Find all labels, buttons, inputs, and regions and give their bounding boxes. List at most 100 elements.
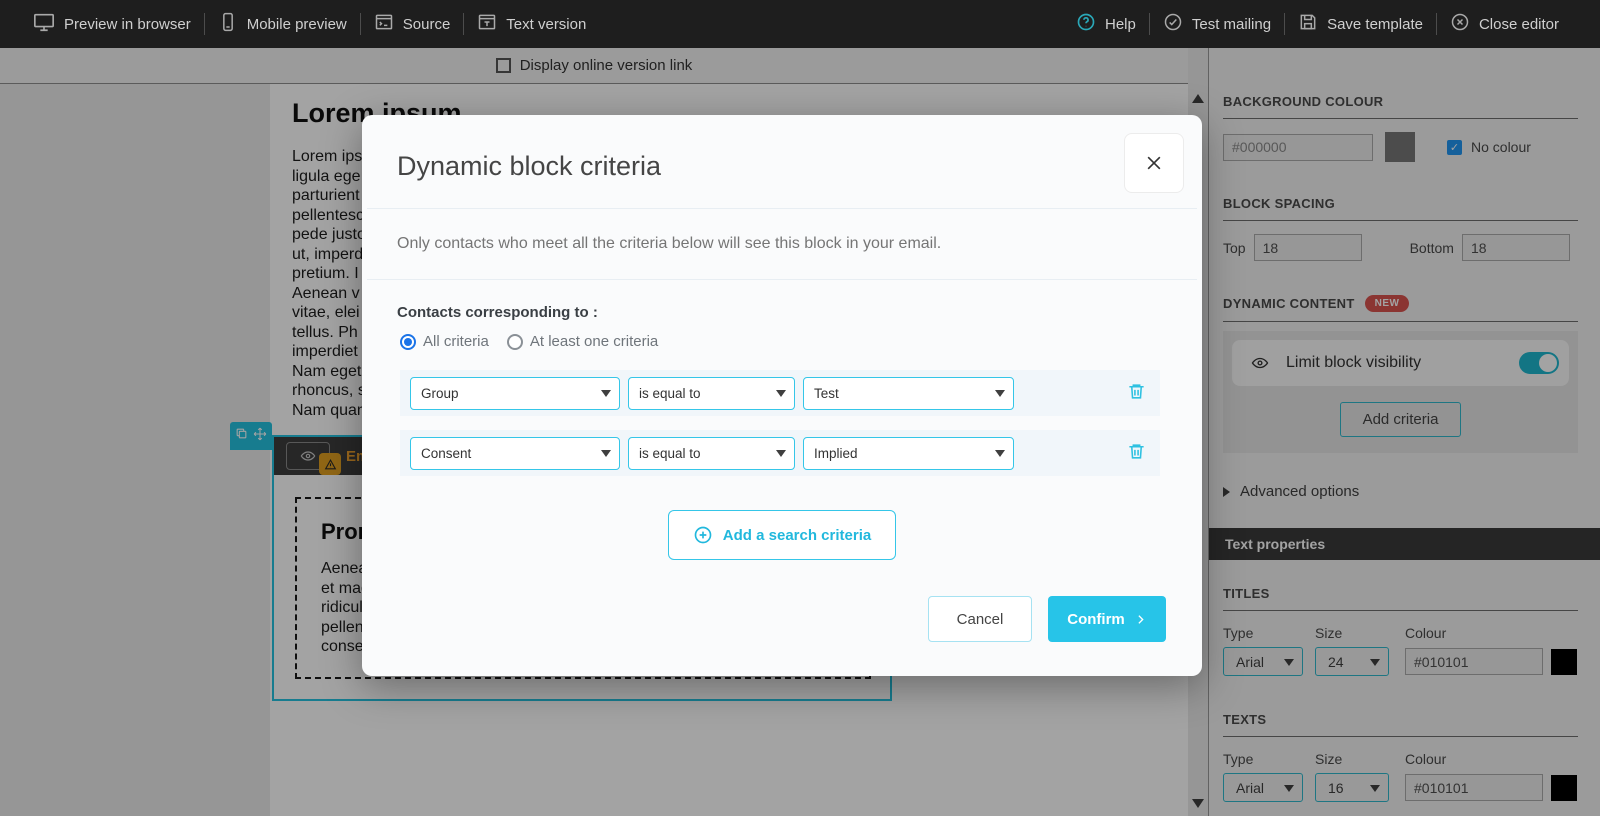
close-icon — [1147, 156, 1161, 170]
size-label: Size — [1315, 625, 1343, 641]
test-mailing-button[interactable]: Test mailing — [1150, 12, 1284, 36]
mobile-preview-button[interactable]: Mobile preview — [205, 12, 360, 36]
save-icon — [1298, 12, 1318, 36]
texts-size-value: 16 — [1328, 779, 1344, 796]
titles-colour-swatch[interactable] — [1551, 648, 1577, 675]
titles-labels-row: Type Size Colour — [1223, 625, 1578, 641]
confirm-button[interactable]: Confirm — [1048, 596, 1166, 642]
plus-circle-icon — [694, 526, 712, 544]
colour-label: Colour — [1405, 625, 1447, 641]
criteria-operator-value: is equal to — [639, 385, 701, 401]
radio-any-label: At least one criteria — [529, 333, 659, 350]
no-colour-checkbox[interactable]: ✓ — [1447, 139, 1462, 155]
toolbar-item-label: Close editor — [1478, 15, 1559, 33]
titles-size-value: 24 — [1328, 653, 1344, 670]
dynamic-content-title-text: DYNAMIC CONTENT — [1223, 296, 1355, 311]
texts-size-select[interactable]: 16 — [1315, 773, 1389, 802]
toolbar-item-label: Save template — [1327, 15, 1423, 33]
chevron-down-icon — [995, 390, 1005, 397]
chevron-down-icon — [1284, 658, 1294, 666]
no-colour-label: No colour — [1471, 139, 1531, 155]
criteria-row: Consent is equal to Implied — [400, 430, 1160, 476]
eye-icon — [300, 451, 316, 461]
titles-colour-input[interactable] — [1405, 648, 1543, 675]
move-icon[interactable] — [253, 427, 267, 446]
add-criteria-button[interactable]: Add criteria — [1339, 402, 1462, 437]
criteria-value-select[interactable]: Test — [803, 376, 1014, 410]
radio-all-criteria[interactable]: All criteria — [400, 333, 489, 350]
block-spacing-row: Top Bottom — [1223, 234, 1578, 261]
modal-description: Only contacts who meet all the criteria … — [397, 235, 942, 252]
modal-close-button[interactable] — [1124, 133, 1184, 193]
add-search-criteria-label: Add a search criteria — [722, 526, 872, 544]
criteria-field-select[interactable]: Group — [410, 376, 620, 410]
criteria-operator-select[interactable]: is equal to — [628, 436, 795, 470]
texts-inputs-row: Arial 16 — [1223, 773, 1578, 802]
source-button[interactable]: Source — [361, 12, 464, 36]
texts-font-select[interactable]: Arial — [1223, 773, 1303, 802]
chevron-down-icon — [601, 390, 611, 397]
online-version-label: Display online version link — [519, 57, 693, 74]
titles-inputs-row: Arial 24 — [1223, 647, 1578, 676]
confirm-label: Confirm — [1067, 610, 1125, 628]
online-version-checkbox[interactable] — [495, 58, 511, 73]
background-colour-swatch[interactable] — [1385, 132, 1415, 162]
scroll-down-icon[interactable] — [1192, 799, 1204, 808]
criteria-value-select[interactable]: Implied — [803, 436, 1014, 470]
spacing-bottom-input[interactable] — [1461, 234, 1570, 261]
radio-all-label: All criteria — [423, 333, 489, 350]
criteria-field-value: Consent — [421, 445, 472, 461]
trash-icon — [1129, 384, 1144, 399]
advanced-options[interactable]: Advanced options — [1223, 483, 1578, 500]
spacing-top-label: Top — [1223, 239, 1246, 256]
block-handle[interactable] — [230, 422, 272, 450]
texts-colour-swatch[interactable] — [1551, 774, 1577, 801]
criteria-field-select[interactable]: Consent — [410, 436, 620, 470]
texts-colour-input[interactable] — [1405, 774, 1543, 801]
toolbar-right-group: Help Test mailing Save template Close ed… — [1063, 12, 1572, 36]
criteria-operator-select[interactable]: is equal to — [628, 376, 795, 410]
delete-criteria-button[interactable] — [1127, 382, 1146, 404]
dynamic-content-card: Limit block visibility Add criteria — [1223, 331, 1578, 453]
criteria-row: Group is equal to Test — [400, 370, 1160, 416]
limit-visibility-row: Limit block visibility — [1232, 340, 1569, 386]
radio-selected-icon — [400, 333, 416, 350]
close-editor-button[interactable]: Close editor — [1437, 12, 1572, 36]
dynamic-content-title: DYNAMIC CONTENT NEW — [1223, 295, 1578, 322]
block-spacing-title: BLOCK SPACING — [1223, 196, 1578, 221]
toolbar-item-label: Source — [402, 15, 451, 33]
toolbar-item-label: Preview in browser — [64, 15, 191, 33]
criteria-field-value: Group — [421, 385, 459, 401]
phone-icon — [218, 12, 238, 36]
editor-workspace: Display online version link Lorem ipsum … — [0, 48, 1600, 816]
spacing-top-input[interactable] — [1253, 234, 1362, 261]
limit-visibility-toggle[interactable] — [1519, 352, 1559, 374]
criteria-rows: Group is equal to Test Consent is equal … — [362, 370, 1202, 476]
text-version-button[interactable]: Text version — [464, 12, 599, 36]
texts-section-title: TEXTS — [1223, 712, 1578, 737]
text-properties-header: Text properties — [1209, 528, 1600, 560]
cancel-button[interactable]: Cancel — [928, 596, 1032, 642]
toolbar-item-label: Help — [1105, 15, 1136, 33]
block-visibility-button[interactable] — [286, 442, 341, 475]
monitor-icon — [33, 11, 55, 37]
preview-in-browser-button[interactable]: Preview in browser — [20, 11, 204, 37]
save-template-button[interactable]: Save template — [1285, 12, 1436, 36]
code-window-icon — [374, 12, 394, 36]
help-button[interactable]: Help — [1063, 12, 1149, 36]
spacing-bottom-label: Bottom — [1409, 239, 1454, 256]
copy-icon[interactable] — [235, 427, 248, 445]
criteria-value-value: Test — [814, 385, 839, 401]
radio-at-least-one-criteria[interactable]: At least one criteria — [506, 333, 659, 350]
toolbar-item-label: Mobile preview — [246, 15, 347, 33]
check-circle-icon — [1163, 12, 1183, 36]
scroll-up-icon[interactable] — [1192, 94, 1204, 103]
delete-criteria-button[interactable] — [1127, 442, 1146, 464]
titles-size-select[interactable]: 24 — [1315, 647, 1389, 676]
titles-font-select[interactable]: Arial — [1223, 647, 1303, 676]
toolbar-item-label: Test mailing — [1191, 15, 1272, 33]
chevron-down-icon — [601, 450, 611, 457]
toolbar-item-label: Text version — [506, 15, 587, 33]
add-search-criteria-button[interactable]: Add a search criteria — [667, 510, 897, 560]
background-colour-input[interactable] — [1223, 133, 1373, 161]
